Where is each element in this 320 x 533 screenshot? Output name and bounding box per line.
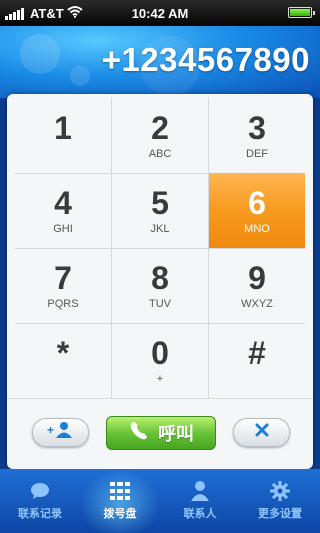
key-letters: TUV	[149, 297, 171, 310]
status-bar: AT&T 10:42 AM	[0, 0, 320, 26]
key-letters: JKL	[150, 222, 170, 235]
phone-handset-icon	[128, 420, 150, 447]
key-digit: 6	[248, 184, 266, 221]
key-letters: GHI	[53, 222, 73, 235]
key-7[interactable]: 7 PQRS	[15, 248, 111, 323]
key-digit: 9	[248, 259, 266, 296]
key-digit: 5	[151, 184, 169, 221]
key-letters: ABC	[148, 147, 172, 160]
key-digit: 8	[151, 259, 169, 296]
key-4[interactable]: 4 GHI	[15, 173, 111, 248]
close-icon	[255, 423, 269, 442]
key-9[interactable]: 9 WXYZ	[209, 248, 305, 323]
key-letters: WXYZ	[241, 297, 273, 310]
person-icon	[191, 481, 209, 501]
key-letters: +	[156, 372, 164, 385]
key-6[interactable]: 6 MNO	[209, 173, 305, 248]
keypad-grid-icon	[110, 481, 130, 501]
key-digit: 4	[54, 184, 72, 221]
key-letters: PQRS	[47, 297, 79, 310]
action-row: + 呼叫	[7, 398, 313, 469]
key-digit: 3	[248, 109, 266, 146]
call-button[interactable]: 呼叫	[106, 416, 216, 450]
add-contact-button[interactable]: +	[32, 418, 89, 447]
chat-bubble-icon	[30, 481, 50, 501]
keypad-panel: 1 2 ABC 3 DEF 4 GHI 5 JKL 6 MNO 7 PQRS 8 TUV 9 WXYZ * 0 + # …	[7, 94, 313, 469]
key-digit: 0	[151, 334, 169, 371]
key-digit: 1	[54, 109, 72, 146]
bottom-nav: 联系记录 拨号盘 联系人 更多设置	[0, 469, 320, 533]
clock: 10:42 AM	[131, 6, 189, 21]
nav-item-dialpad[interactable]: 拨号盘	[80, 469, 160, 533]
key-letters: DEF	[246, 147, 268, 160]
number-display: +1234567890	[0, 26, 320, 98]
key-digit: *	[56, 334, 70, 371]
key-8[interactable]: 8 TUV	[112, 248, 208, 323]
key-digit: 7	[54, 259, 72, 296]
key-digit: 2	[151, 109, 169, 146]
key-5[interactable]: 5 JKL	[112, 173, 208, 248]
nav-item-label: 联系记录	[18, 508, 62, 520]
key-0[interactable]: 0 +	[112, 323, 208, 398]
key-letters: MNO	[244, 222, 270, 235]
add-contact-icon: +	[46, 421, 76, 444]
battery-icon	[288, 7, 315, 18]
delete-button[interactable]	[233, 418, 290, 447]
key-star[interactable]: *	[15, 323, 111, 398]
call-label: 呼叫	[158, 424, 194, 444]
nav-item-history[interactable]: 联系记录	[0, 469, 80, 533]
dialed-number: +1234567890	[101, 41, 310, 78]
nav-item-contacts[interactable]: 联系人	[160, 469, 240, 533]
nav-item-label: 联系人	[183, 508, 217, 520]
key-1[interactable]: 1	[15, 98, 111, 173]
nav-item-label: 拨号盘	[103, 508, 137, 520]
nav-item-label: 更多设置	[258, 508, 302, 520]
key-pound[interactable]: #	[209, 323, 305, 398]
key-digit: #	[248, 334, 266, 371]
key-3[interactable]: 3 DEF	[209, 98, 305, 173]
key-2[interactable]: 2 ABC	[112, 98, 208, 173]
nav-item-settings[interactable]: 更多设置	[240, 469, 320, 533]
gear-icon	[270, 481, 290, 501]
svg-text:+: +	[47, 423, 54, 437]
